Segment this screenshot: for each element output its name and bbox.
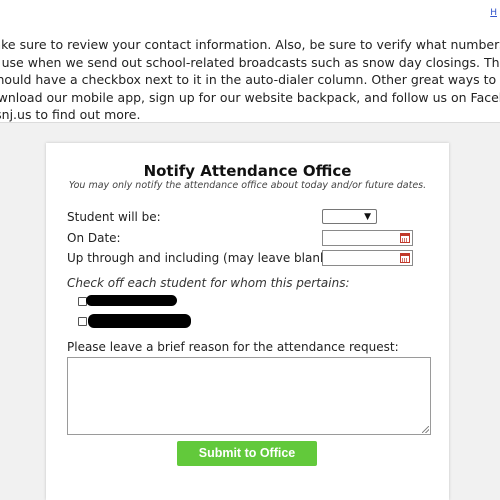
submit-to-office-button[interactable]: Submit to Office (177, 441, 317, 466)
form-subtitle: You may only notify the attendance offic… (68, 180, 427, 191)
notice-line: should have a checkbox next to it in the… (0, 72, 500, 87)
reason-label: Please leave a brief reason for the atte… (67, 340, 399, 354)
student-will-be-select[interactable]: ▼ (322, 209, 377, 224)
through-date-input[interactable] (322, 250, 413, 266)
notice-line: o use when we send out school-related br… (0, 54, 500, 70)
redacted-student-name (88, 314, 191, 328)
student-will-be-label: Student will be: (67, 210, 161, 224)
notice-line: lake sure to review your contact informa… (0, 37, 500, 52)
notify-attendance-panel: Notify Attendance Office You may only no… (46, 143, 449, 500)
contact-notice: lake sure to review your contact informa… (0, 22, 500, 123)
chevron-down-icon: ▼ (364, 212, 371, 222)
resize-grip-icon[interactable] (422, 426, 429, 433)
calendar-icon[interactable] (400, 253, 410, 263)
through-date-label: Up through and including (may leave blan… (67, 251, 336, 265)
notice-line: ownload our mobile app, sign up for our … (0, 89, 500, 105)
on-date-label: On Date: (67, 231, 121, 245)
reason-textarea[interactable] (67, 357, 431, 435)
check-students-heading: Check off each student for whom this per… (67, 276, 350, 290)
top-link[interactable]: H (490, 8, 497, 18)
notice-line: rsnj.us to find out more. (0, 107, 141, 122)
notice-text: lake sure to review your contact informa… (0, 36, 500, 122)
calendar-icon[interactable] (400, 233, 410, 243)
top-strip: H (0, 0, 500, 23)
redacted-student-name (86, 295, 177, 306)
student-checkbox[interactable] (78, 317, 87, 326)
form-title: Notify Attendance Office (143, 162, 352, 180)
on-date-input[interactable] (322, 230, 413, 246)
